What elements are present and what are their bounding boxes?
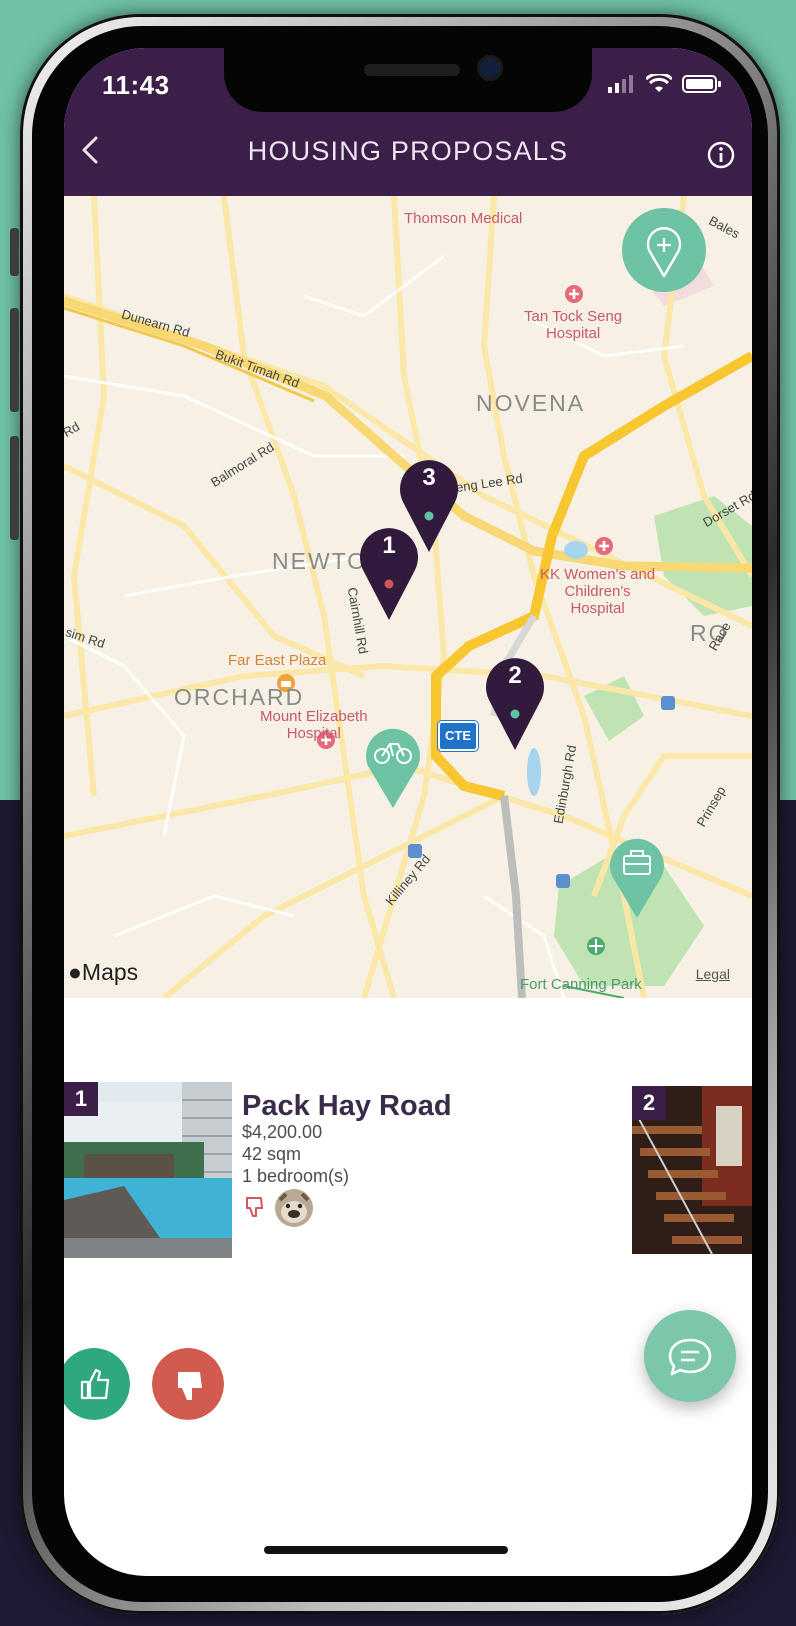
proposal-pin-3[interactable]: 3: [400, 458, 458, 559]
place-fort-canning-park: Fort Canning Park: [520, 976, 642, 993]
proposal-1-bedrooms: 1 bedroom(s): [242, 1166, 350, 1186]
front-camera: [480, 58, 500, 78]
maps-brand-label: Maps: [81, 959, 139, 985]
highway-cte-badge: CTE: [438, 721, 478, 751]
district-orchard: ORCHARD: [174, 684, 305, 710]
proposal-2-number-badge: 2: [632, 1086, 666, 1120]
map-view[interactable]: NOVENA NEWTON ORCHARD RO Thomson Medical…: [64, 196, 752, 998]
page-title: HOUSING PROPOSALS: [247, 136, 569, 166]
map-legal-link[interactable]: Legal: [696, 966, 730, 982]
apple-logo-icon: ●: [68, 959, 82, 985]
proposal-pin-3-label: 3: [422, 464, 436, 491]
proposal-1-title[interactable]: Pack Hay Road: [242, 1090, 452, 1123]
device-notch: [224, 48, 592, 112]
place-far-east-plaza: Far East Plaza: [228, 652, 327, 669]
place-mount-elizabeth: Mount Elizabeth Hospital: [260, 708, 368, 742]
volume-up-button: [10, 308, 19, 412]
proposal-1-photo[interactable]: 1: [64, 1082, 232, 1258]
wifi-icon: [646, 74, 672, 92]
place-tan-tock-seng: Tan Tock Seng Hospital: [524, 308, 623, 342]
battery-icon: [682, 75, 721, 93]
status-icons: [608, 74, 722, 94]
proposal-1-number-badge: 1: [64, 1082, 98, 1116]
cellular-signal-icon: [608, 75, 633, 93]
home-indicator[interactable]: [264, 1546, 508, 1554]
district-novena: NOVENA: [476, 390, 586, 416]
navigation-bar: 11:43 HOUSING PROPOSALS: [64, 48, 752, 196]
mute-switch: [10, 228, 19, 276]
proposal-1-price: $4,200.00: [242, 1122, 323, 1142]
app-screen: 11:43 HOUSING PROPOSALS NOVENA NEWTON OR…: [64, 48, 752, 1576]
chat-bubble-icon: [668, 1338, 712, 1376]
add-location-button[interactable]: [620, 206, 708, 294]
proposal-pin-2-label: 2: [508, 662, 522, 689]
proposal-1-area: 42 sqm: [242, 1144, 302, 1164]
thumbs-down-outline-icon: [246, 1197, 263, 1217]
avatar[interactable]: [274, 1188, 314, 1228]
info-icon[interactable]: [706, 140, 736, 170]
speaker-grille: [364, 64, 460, 76]
place-thomson-medical: Thomson Medical: [404, 210, 523, 227]
like-button[interactable]: [64, 1348, 130, 1420]
chat-button[interactable]: [644, 1310, 736, 1402]
dislike-button[interactable]: [152, 1348, 224, 1420]
proposal-pin-2[interactable]: 2: [486, 656, 544, 757]
apple-maps-logo: ●Maps: [68, 959, 138, 986]
place-kk-hospital: KK Women's and Children's Hospital: [540, 566, 656, 617]
status-time: 11:43: [102, 70, 170, 100]
bike-location-pin[interactable]: [364, 726, 422, 810]
proposal-2-photo[interactable]: 2: [632, 1086, 752, 1254]
work-location-pin[interactable]: [608, 836, 666, 920]
volume-down-button: [10, 436, 19, 540]
